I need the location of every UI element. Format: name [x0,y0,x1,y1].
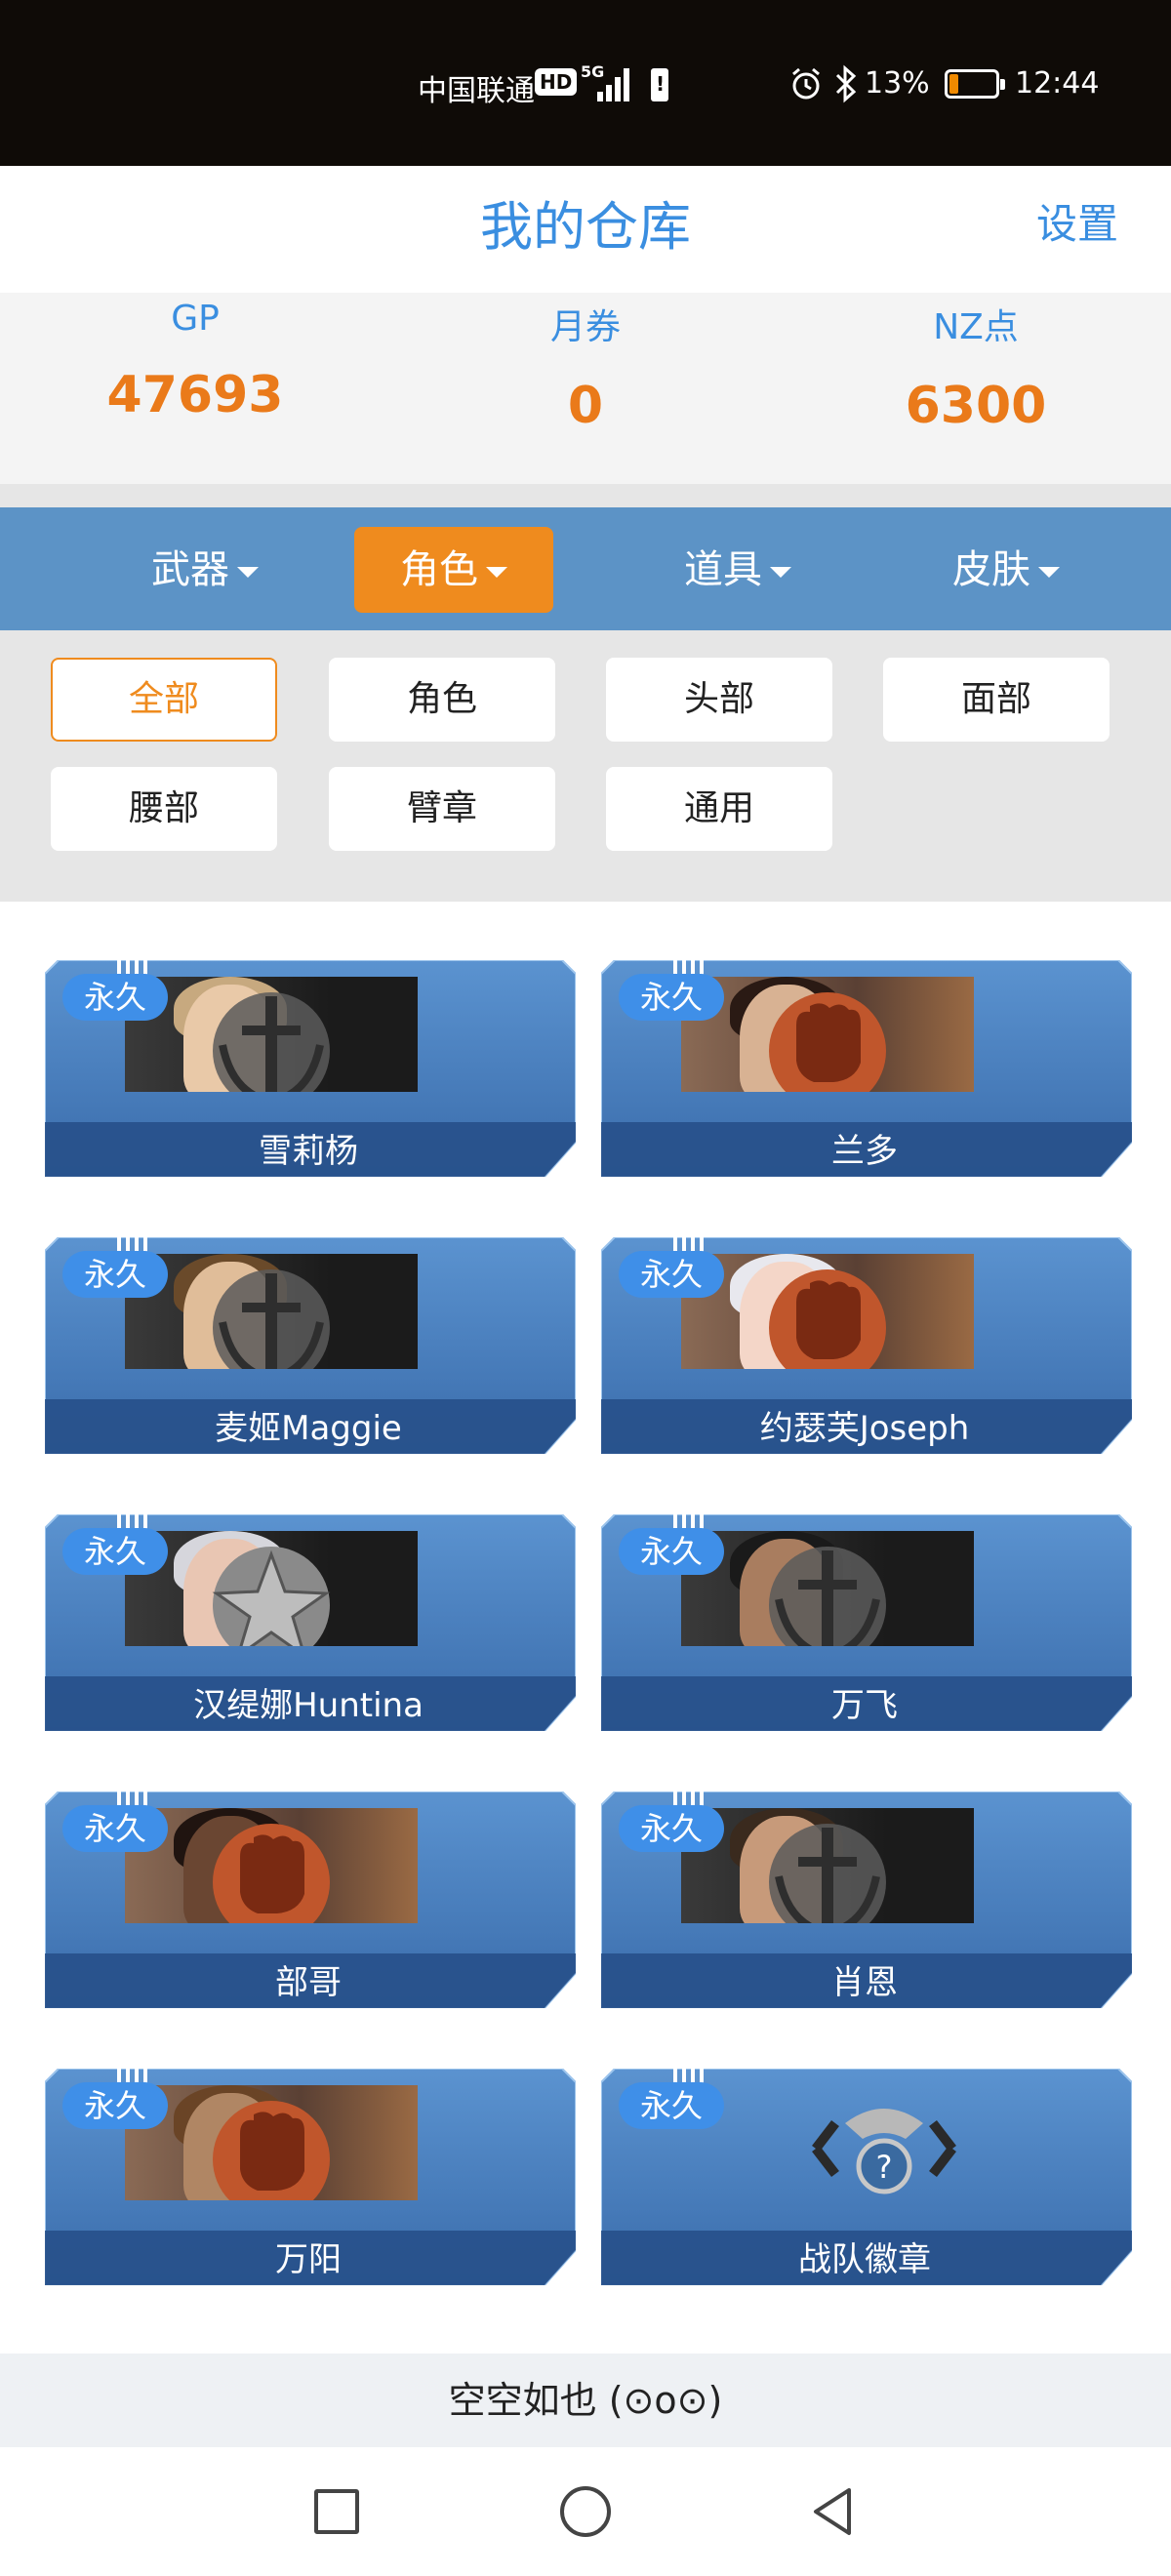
category-tabs: 武器 角色 道具 皮肤 [0,507,1171,630]
permanent-badge: 永久 [619,974,724,1021]
item-name: 万阳 [275,2240,342,2279]
filter-armband[interactable]: 臂章 [329,767,555,851]
warehouse-screen: 中国联通 HD 5G 13% 12:44 我的仓库 设置 GP 47693 [0,0,1171,2576]
permanent-badge: 永久 [62,1528,168,1575]
tab-weapons[interactable]: 武器 [105,527,304,613]
filter-character[interactable]: 角色 [329,658,555,742]
item-name: 战队徽章 [798,2240,931,2279]
permanent-badge: 永久 [62,974,168,1021]
signal-icon [597,66,632,101]
caret-down-icon [237,566,259,578]
caret-down-icon [770,566,791,578]
caret-down-icon [1038,566,1060,578]
character-portrait [681,1531,974,1646]
currency-value: 0 [567,377,604,435]
character-portrait [125,2085,418,2200]
settings-button[interactable]: 设置 [1036,191,1118,251]
tab-label: 皮肤 [952,547,1030,592]
tab-items[interactable]: 道具 [638,527,837,613]
back-icon[interactable] [808,2484,857,2539]
filter-panel: 全部 角色 头部 面部 腰部 臂章 通用 [0,630,1171,902]
currency-value: 47693 [106,366,284,424]
page-title: 我的仓库 [480,196,691,258]
filter-general[interactable]: 通用 [606,767,832,851]
character-portrait [681,977,974,1092]
tab-label: 道具 [684,547,762,592]
home-icon[interactable] [560,2486,611,2537]
currency-value: 6300 [905,377,1047,435]
permanent-badge: 永久 [62,1805,168,1852]
sim-alert-icon [651,68,668,101]
character-portrait [125,1808,418,1923]
tab-skins[interactable]: 皮肤 [907,527,1106,613]
character-portrait [125,1254,418,1369]
recent-apps-icon[interactable] [314,2489,359,2534]
divider [0,484,1171,507]
item-name: 肖恩 [831,1963,898,2002]
currency-voucher: 月券 0 [390,293,781,435]
currency-label: GP [171,299,220,339]
tab-characters[interactable]: 角色 [354,527,553,613]
item-name: 约瑟芙Joseph [759,1409,970,1448]
currency-nz-points: NZ点 6300 [781,293,1171,435]
permanent-badge: 永久 [619,2082,724,2129]
inventory-item-card[interactable]: 永久万阳 [45,2069,576,2285]
svg-text:?: ? [876,2149,893,2186]
currency-label: NZ点 [933,307,1019,347]
alarm-icon [792,67,820,100]
currency-label: 月券 [549,307,621,347]
tab-label: 角色 [400,547,478,592]
item-name: 雪莉杨 [259,1132,358,1171]
character-portrait [681,1254,974,1369]
tab-label: 武器 [151,547,229,592]
character-portrait [125,977,418,1092]
permanent-badge: 永久 [619,1805,724,1852]
item-name: 部哥 [275,1963,342,2002]
inventory-item-card[interactable]: 永久约瑟芙Joseph [601,1237,1132,1454]
inventory-item-card[interactable]: 永久兰多 [601,960,1132,1177]
currency-gp: GP 47693 [0,293,390,424]
item-name: 兰多 [831,1132,898,1171]
permanent-badge: 永久 [619,1528,724,1575]
item-name: 万飞 [831,1686,898,1725]
battery-percent: 13% [865,66,930,101]
filter-face[interactable]: 面部 [883,658,1110,742]
caret-down-icon [486,566,507,578]
item-name: 汉缇娜Huntina [193,1686,424,1725]
inventory-item-card[interactable]: 永久肖恩 [601,1791,1132,2008]
inventory-item-card[interactable]: 永久万飞 [601,1514,1132,1731]
permanent-badge: 永久 [62,1251,168,1298]
bluetooth-icon [835,64,857,103]
system-nav-bar [0,2447,1171,2576]
status-bar: 中国联通 HD 5G 13% 12:44 我的仓库 设置 [0,0,1171,258]
filter-head[interactable]: 头部 [606,658,832,742]
character-portrait [125,1531,418,1646]
currency-panel: GP 47693 月券 0 NZ点 6300 [0,293,1171,484]
permanent-badge: 永久 [619,1251,724,1298]
clock: 12:44 [1015,66,1100,101]
badge-emblem: ? [699,2074,1030,2221]
permanent-badge: 永久 [62,2082,168,2129]
inventory-item-card[interactable]: 永久部哥 [45,1791,576,2008]
inventory-item-card[interactable]: 永久雪莉杨 [45,960,576,1177]
inventory-item-card[interactable]: 永久麦姬Maggie [45,1237,576,1454]
item-name: 麦姬Maggie [215,1409,402,1448]
inventory-item-card[interactable]: ? 永久战队徽章 [601,2069,1132,2285]
battery-icon [945,69,1005,99]
inventory-item-card[interactable]: 永久汉缇娜Huntina [45,1514,576,1731]
carrier-label: 中国联通 [418,74,535,108]
filter-waist[interactable]: 腰部 [51,767,277,851]
hd-badge: HD [535,68,578,96]
character-portrait [681,1808,974,1923]
empty-message: 空空如也 (⊙o⊙) [0,2354,1171,2447]
filter-all[interactable]: 全部 [51,658,277,742]
